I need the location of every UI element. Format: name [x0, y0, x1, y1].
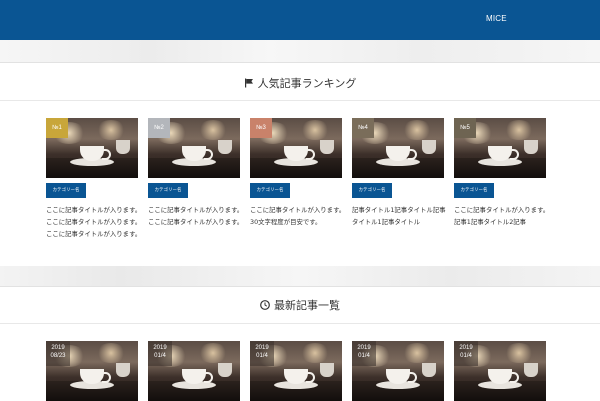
- card-thumbnail[interactable]: 2019 01/4: [454, 341, 546, 401]
- category-label[interactable]: カテゴリー名: [46, 183, 86, 198]
- category-label[interactable]: カテゴリー名: [250, 183, 290, 198]
- category-label[interactable]: カテゴリー名: [148, 183, 188, 198]
- section-divider: [0, 323, 600, 324]
- card-title[interactable]: ここに記事タイトルが入ります。30文字程度が目安です。: [250, 204, 348, 228]
- latest-section: 最新記事一覧 2019 08/23 2019 01/4 2019 01/4 2019 0…: [0, 286, 600, 401]
- card-thumbnail[interactable]: 2019 01/4: [250, 341, 342, 401]
- ranking-section: 人気記事ランキング №1 カテゴリー名 ここに記事タイトルが入ります。ここに記事…: [0, 62, 600, 268]
- rank-badge: №2: [148, 118, 170, 138]
- card-thumbnail[interactable]: 2019 08/23: [46, 341, 138, 401]
- ranking-section-title: 人気記事ランキング: [0, 75, 600, 91]
- nav-item-mice[interactable]: MICE: [486, 14, 507, 23]
- site-header: MICE: [0, 0, 600, 40]
- date-badge: 2019 08/23: [46, 341, 70, 366]
- date-badge: 2019 01/4: [250, 341, 274, 366]
- card-thumbnail[interactable]: 2019 01/4: [148, 341, 240, 401]
- hero-band: [0, 40, 600, 62]
- section-spacer-band: [0, 266, 600, 286]
- card-thumbnail[interactable]: №2: [148, 118, 240, 178]
- section-divider: [0, 100, 600, 101]
- date-badge: 2019 01/4: [148, 341, 172, 366]
- card-thumbnail[interactable]: №5: [454, 118, 546, 178]
- card-title[interactable]: ここに記事タイトルが入ります。ここに記事タイトルが入ります。ここに記事タイトルが…: [46, 204, 144, 240]
- card-thumbnail[interactable]: №4: [352, 118, 444, 178]
- rank-badge: №4: [352, 118, 374, 138]
- card-title[interactable]: ここに記事タイトルが入ります。記事1記事タイトル2記事: [454, 204, 552, 228]
- rank-badge: №1: [46, 118, 68, 138]
- category-label[interactable]: カテゴリー名: [352, 183, 392, 198]
- category-label[interactable]: カテゴリー名: [454, 183, 494, 198]
- date-badge: 2019 01/4: [352, 341, 376, 366]
- clock-icon: [260, 300, 270, 310]
- card-thumbnail[interactable]: 2019 01/4: [352, 341, 444, 401]
- card-title[interactable]: 記事タイトル1記事タイトル記事タイトル1記事タイトル: [352, 204, 450, 228]
- date-badge: 2019 01/4: [454, 341, 478, 366]
- card-title[interactable]: ここに記事タイトルが入ります。ここに記事タイトルが入ります。: [148, 204, 246, 228]
- card-thumbnail[interactable]: №3: [250, 118, 342, 178]
- rank-badge: №3: [250, 118, 272, 138]
- flag-icon: [244, 78, 254, 88]
- card-thumbnail[interactable]: №1: [46, 118, 138, 178]
- latest-section-title: 最新記事一覧: [0, 297, 600, 313]
- rank-badge: №5: [454, 118, 476, 138]
